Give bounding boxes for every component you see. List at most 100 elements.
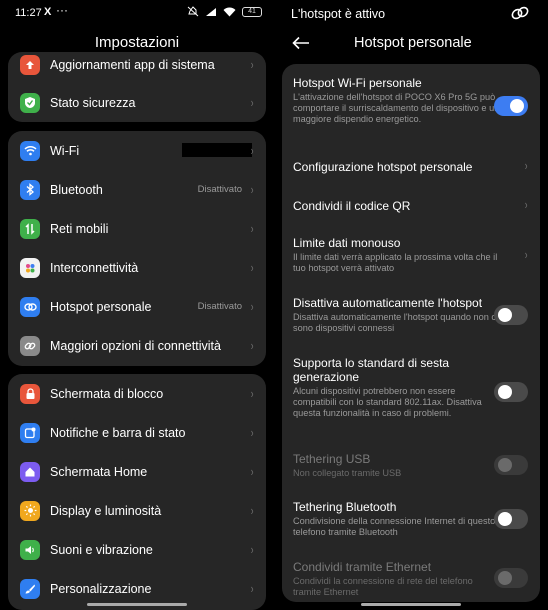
- back-arrow-icon[interactable]: [292, 36, 310, 50]
- chevron-right-icon: ›: [524, 158, 528, 173]
- notification-icon: [20, 422, 40, 443]
- hotspot-link-icon: [511, 6, 529, 20]
- item-title: Limite dati monouso: [293, 236, 401, 250]
- hotspot-active-status: L'hotspot è attivo: [291, 7, 386, 21]
- settings-item-value: Disattivato: [197, 184, 242, 195]
- item-title: Disattiva automaticamente l'hotspot: [293, 296, 483, 310]
- settings-item-label: Stato sicurezza: [50, 95, 136, 110]
- chevron-right-icon: ›: [250, 464, 254, 479]
- bluetooth-icon: [20, 179, 40, 200]
- hotspot-screen: L'hotspot è attivo Hotspot personale Hot…: [274, 0, 548, 610]
- settings-item-system-app-updates[interactable]: Aggiornamenti app di sistema ›: [8, 52, 266, 84]
- settings-item-security-status[interactable]: Stato sicurezza ›: [8, 83, 266, 122]
- chevron-right-icon: ›: [250, 425, 254, 440]
- toggle-knob: [510, 99, 524, 113]
- hotspot-icon: [20, 296, 40, 317]
- chevron-right-icon: ›: [250, 57, 254, 72]
- settings-item-label: Schermata Home: [50, 464, 148, 479]
- settings-item-notifications[interactable]: Notifiche e barra di stato ›: [8, 413, 266, 452]
- settings-item-label: Display e luminosità: [50, 503, 162, 518]
- more-notifications-icon: ···: [56, 3, 68, 17]
- settings-item-sound-vibration[interactable]: Suoni e vibrazione ›: [8, 530, 266, 569]
- item-title: Condividi il codice QR: [293, 199, 411, 213]
- x-app-icon: X: [44, 6, 52, 18]
- settings-item-lock-screen[interactable]: Schermata di blocco ›: [8, 374, 266, 413]
- settings-item-label: Personalizzazione: [50, 581, 152, 596]
- battery-icon: 41: [242, 6, 262, 17]
- toggle-knob: [498, 512, 512, 526]
- settings-screen: 11:27 X ··· 41 Impostazioni Aggiornament…: [0, 0, 274, 610]
- settings-group-system: Aggiornamenti app di sistema › Stato sic…: [8, 52, 266, 122]
- toggle-knob: [498, 308, 512, 322]
- settings-item-interconnectivity[interactable]: Interconnettività ›: [8, 248, 266, 287]
- item-description: Disattiva automaticamente l'hotspot quan…: [293, 312, 499, 333]
- brush-icon: [20, 578, 40, 599]
- settings-item-bluetooth[interactable]: Bluetooth Disattivato ›: [8, 170, 266, 209]
- settings-item-more-connectivity[interactable]: Maggiori opzioni di connettività ›: [8, 326, 266, 365]
- item-description: Il limite dati verrà applicato la prossi…: [293, 252, 498, 273]
- wifi6-toggle[interactable]: [494, 382, 528, 402]
- hotspot-wifi-text: Hotspot Wi-Fi personale L'attivazione de…: [293, 76, 500, 125]
- item-title: Supporta lo standard di sesta generazion…: [293, 356, 450, 384]
- bluetooth-tethering-toggle[interactable]: [494, 509, 528, 529]
- status-time: 11:27: [15, 7, 42, 19]
- settings-item-label: Reti mobili: [50, 221, 109, 236]
- signal-icon: [206, 7, 216, 16]
- sound-icon: [20, 539, 40, 560]
- wifi-icon: [20, 140, 40, 161]
- settings-item-personal-hotspot[interactable]: Hotspot personale Disattivato ›: [8, 287, 266, 326]
- settings-item-display-brightness[interactable]: Display e luminosità ›: [8, 491, 266, 530]
- usb-tethering-toggle: [494, 455, 528, 475]
- wifi6-text: Supporta lo standard di sesta generazion…: [293, 356, 500, 419]
- chevron-right-icon: ›: [250, 260, 254, 275]
- mute-icon: [187, 6, 199, 17]
- ethernet-tethering-text: Condividi tramite Ethernet Condividi la …: [293, 560, 500, 598]
- item-title: Configurazione hotspot personale: [293, 160, 473, 174]
- item-title: Hotspot Wi-Fi personale: [293, 76, 422, 90]
- chevron-right-icon: ›: [250, 221, 254, 236]
- item-description: Non collegato tramite USB: [293, 468, 402, 478]
- page-title: Hotspot personale: [354, 35, 472, 51]
- settings-item-mobile-networks[interactable]: Reti mobili ›: [8, 209, 266, 248]
- chevron-right-icon: ›: [250, 143, 254, 158]
- update-icon: [20, 54, 40, 75]
- usb-tethering-text: Tethering USB Non collegato tramite USB: [293, 452, 500, 479]
- interconnect-icon: [20, 257, 40, 278]
- settings-item-home-screen[interactable]: Schermata Home ›: [8, 452, 266, 491]
- hotspot-settings-card: Hotspot Wi-Fi personale L'attivazione de…: [282, 64, 540, 602]
- chevron-right-icon: ›: [250, 182, 254, 197]
- chevron-right-icon: ›: [250, 95, 254, 110]
- settings-item-label: Notifiche e barra di stato: [50, 425, 186, 440]
- gesture-bar[interactable]: [87, 603, 187, 606]
- chevron-right-icon: ›: [250, 503, 254, 518]
- settings-group-connectivity: Wi-Fi › Bluetooth Disattivato › Reti mob…: [8, 131, 266, 366]
- gesture-bar[interactable]: [361, 603, 461, 606]
- chevron-right-icon: ›: [524, 247, 528, 262]
- ethernet-tethering-toggle: [494, 568, 528, 588]
- settings-item-wifi[interactable]: Wi-Fi ›: [8, 131, 266, 170]
- hotspot-wifi-toggle[interactable]: [494, 96, 528, 116]
- item-description: Condividi la connessione di rete del tel…: [293, 576, 473, 597]
- lock-icon: [20, 383, 40, 404]
- chevron-right-icon: ›: [250, 299, 254, 314]
- settings-group-display: Schermata di blocco › Notifiche e barra …: [8, 374, 266, 610]
- data-limit-text: Limite dati monouso Il limite dati verrà…: [293, 236, 500, 274]
- mobile-data-icon: [20, 218, 40, 239]
- share-qr-text: Condividi il codice QR: [293, 199, 500, 213]
- settings-item-label: Suoni e vibrazione: [50, 542, 153, 557]
- auto-disable-text: Disattiva automaticamente l'hotspot Disa…: [293, 296, 500, 334]
- hotspot-config-text: Configurazione hotspot personale: [293, 160, 500, 174]
- redacted-network-name: [182, 143, 252, 157]
- page-title: Impostazioni: [94, 34, 180, 51]
- settings-item-label: Aggiornamenti app di sistema: [50, 57, 215, 72]
- settings-item-label: Hotspot personale: [50, 299, 152, 314]
- bluetooth-tethering-text: Tethering Bluetooth Condivisione della c…: [293, 500, 500, 538]
- settings-item-label: Interconnettività: [50, 260, 139, 275]
- chevron-right-icon: ›: [250, 581, 254, 596]
- item-description: L'attivazione dell'hotspot di POCO X6 Pr…: [293, 92, 500, 124]
- auto-disable-toggle[interactable]: [494, 305, 528, 325]
- chevron-right-icon: ›: [524, 197, 528, 212]
- settings-item-label: Bluetooth: [50, 182, 103, 197]
- link-icon: [20, 335, 40, 356]
- settings-item-label: Maggiori opzioni di connettività: [50, 338, 221, 353]
